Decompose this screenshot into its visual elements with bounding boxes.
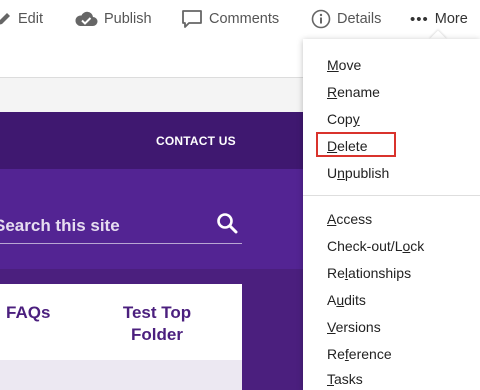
contact-us-link[interactable]: CONTACT US: [156, 134, 236, 148]
details-button[interactable]: Details: [311, 8, 381, 30]
cloud-check-icon: [74, 10, 98, 28]
menu-item-unpublish[interactable]: Unpublish: [327, 163, 389, 183]
menu-item-text: ationships: [348, 265, 412, 281]
search-icon[interactable]: [216, 212, 238, 239]
menu-item-mnemonic: M: [327, 57, 339, 73]
comments-button[interactable]: Comments: [181, 8, 279, 30]
menu-item-text: ck: [410, 238, 425, 254]
menu-item-text: Check-out/L: [327, 238, 403, 254]
menu-item-text: Re: [327, 265, 345, 281]
site-cards: FAQs Test Top Folder: [0, 284, 242, 360]
toolbar: Edit Publish Comments Details ••• More: [0, 0, 480, 38]
publish-label: Publish: [104, 11, 152, 27]
menu-item-move[interactable]: Move: [327, 55, 361, 75]
menu-item-mnemonic: T: [327, 371, 334, 387]
menu-item-text: Cop: [327, 111, 353, 127]
menu-item-text: Re: [327, 346, 345, 362]
menu-item-text: A: [327, 292, 337, 308]
menu-item-text: ove: [338, 57, 362, 73]
publish-button[interactable]: Publish: [74, 8, 152, 30]
menu-item-copy[interactable]: Copy: [327, 109, 360, 129]
pencil-icon: [0, 11, 12, 27]
more-label: More: [434, 11, 468, 27]
edit-label: Edit: [18, 11, 43, 27]
site-search-input[interactable]: Search this site: [0, 216, 120, 236]
menu-item-reference[interactable]: Reference: [327, 344, 392, 364]
ellipsis-icon: •••: [410, 10, 429, 28]
card-test-top-folder[interactable]: Test Top Folder: [112, 302, 202, 346]
menu-item-mnemonic: A: [327, 211, 337, 227]
search-underline: [0, 243, 242, 244]
menu-item-mnemonic: y: [352, 111, 360, 127]
menu-item-versions[interactable]: Versions: [327, 317, 381, 337]
details-label: Details: [337, 11, 382, 27]
menu-item-rename[interactable]: Rename: [327, 82, 380, 102]
menu-item-text: U: [327, 165, 338, 181]
menu-item-relationships[interactable]: Relationships: [327, 263, 411, 283]
menu-item-text: ccess: [336, 211, 373, 227]
menu-item-text: dits: [344, 292, 366, 308]
menu-item-mnemonic: R: [327, 84, 338, 100]
menu-item-mnemonic: u: [336, 292, 345, 308]
card-strip: [0, 360, 242, 390]
menu-item-mnemonic: n: [337, 165, 345, 181]
more-dropdown-menu: Move Rename Copy Delete Unpublish Access…: [303, 39, 480, 390]
menu-divider: [303, 195, 480, 196]
menu-item-text: ename: [337, 84, 380, 100]
speech-bubble-icon: [181, 9, 203, 29]
card-faqs[interactable]: FAQs: [6, 302, 50, 324]
menu-item-audits[interactable]: Audits: [327, 290, 366, 310]
menu-item-mnemonic: V: [327, 319, 336, 335]
delete-highlight-box: [316, 132, 396, 157]
menu-item-check-out-lock[interactable]: Check-out/Lock: [327, 236, 424, 256]
edit-button[interactable]: Edit: [0, 8, 43, 30]
menu-item-tasks[interactable]: Tasks: [327, 369, 363, 389]
more-button[interactable]: ••• More: [410, 8, 468, 30]
menu-item-access[interactable]: Access: [327, 209, 372, 229]
menu-item-text: publish: [344, 165, 390, 181]
menu-item-text: asks: [334, 371, 363, 387]
menu-item-text: erence: [348, 346, 392, 362]
info-circle-icon: [311, 9, 331, 29]
menu-item-text: ersions: [335, 319, 381, 335]
comments-label: Comments: [209, 11, 280, 27]
